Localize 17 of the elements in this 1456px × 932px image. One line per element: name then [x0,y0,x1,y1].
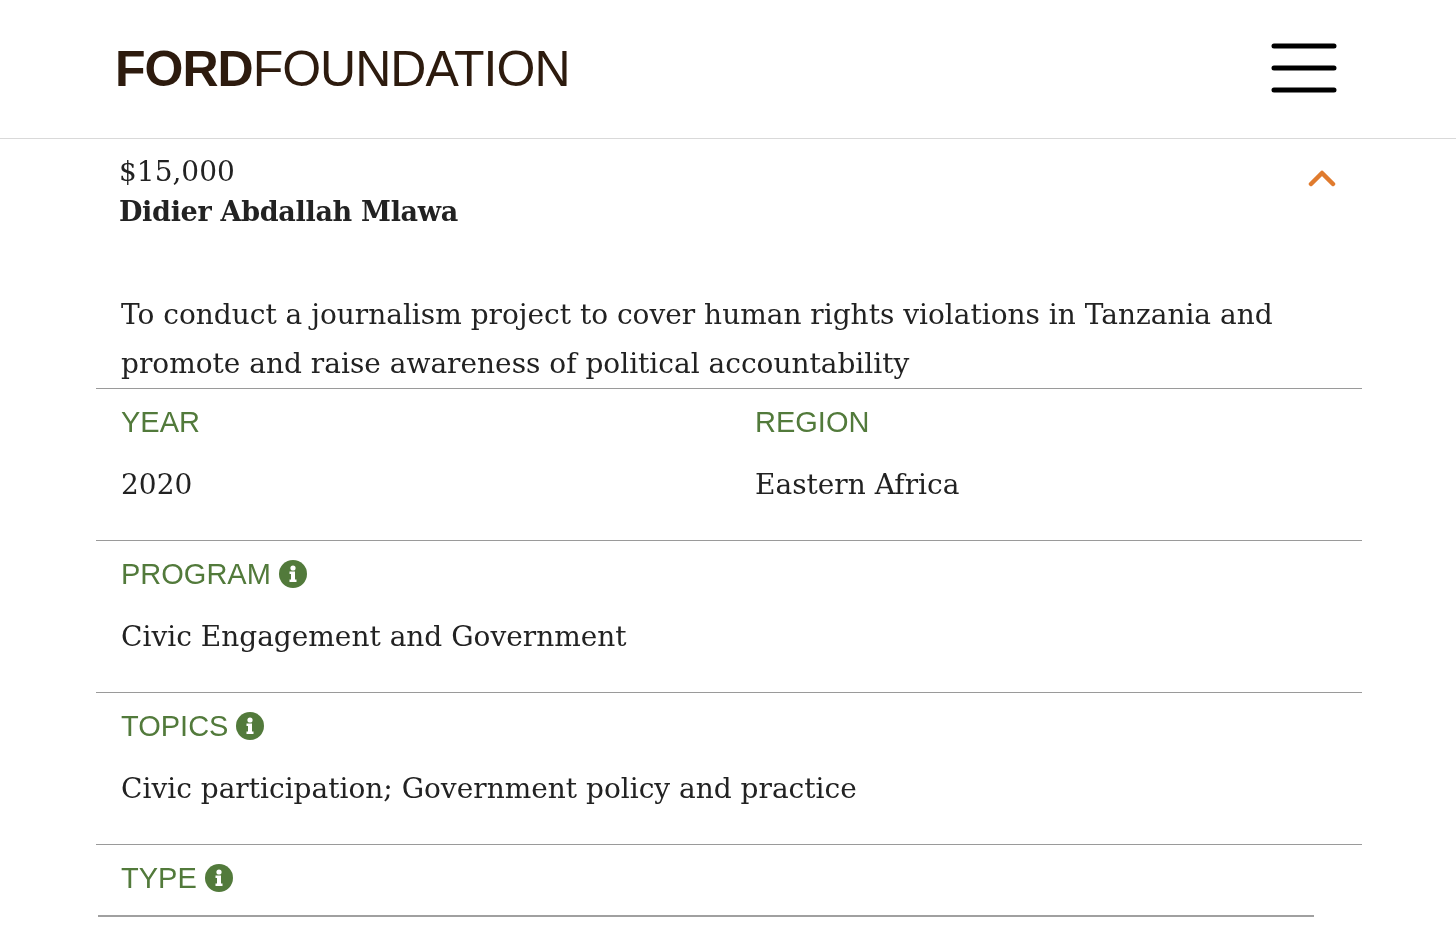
field-label: REGION [755,405,870,439]
menu-icon [1271,42,1337,93]
info-icon[interactable] [204,864,233,892]
grant-amount: $15,000 [119,154,236,190]
logo-link[interactable]: FORDFOUNDATION [115,40,570,98]
field-label: PROGRAM [121,557,271,591]
field-label: TYPE [121,861,197,895]
info-icon[interactable] [236,712,265,740]
field-label: YEAR [121,405,200,439]
grantee-name: Didier Abdallah Mlawa [119,195,458,229]
info-icon[interactable] [278,560,307,588]
field-value: Civic Engagement and Government [121,619,627,655]
field-value: Eastern Africa [755,467,960,503]
grant-description: To conduct a journalism project to cover human rights violations in Tanzania and promote and raise awareness of political accountability [121,297,1274,382]
field-value: Civic participation; Government policy and practice [121,771,857,807]
field-label: TOPICS [121,709,229,743]
field-value: 2020 [121,467,193,503]
